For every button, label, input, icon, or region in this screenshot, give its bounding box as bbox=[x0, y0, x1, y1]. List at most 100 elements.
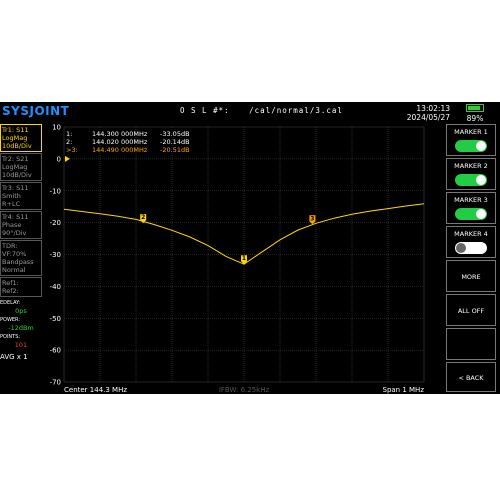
y-tick-label: -40 bbox=[50, 283, 61, 291]
trace-1-param: Tr1: S11 bbox=[2, 126, 29, 134]
trace-3-scale: R+LC bbox=[2, 200, 21, 208]
edelay-label: EDELAY: bbox=[0, 300, 21, 306]
brand-logo: SYSJOINT bbox=[2, 104, 70, 118]
edelay-value: 0ps bbox=[15, 307, 27, 315]
center-frequency-label: Center 144.3 MHz bbox=[64, 386, 127, 394]
tdr-box[interactable]: TDR: VF:70% Bandpass Normal bbox=[0, 240, 42, 276]
time-display: 13:02:13 bbox=[416, 104, 450, 113]
toggle-switch[interactable] bbox=[455, 208, 487, 220]
vna-screen: SYSJOINT O S L #*: /cal/normal/3.cal 13:… bbox=[0, 102, 500, 394]
plot-canvas: 10 0 -10 -20 -30 -40 -50 -60 -70 1 2 3 1: 144.300 000… bbox=[42, 124, 430, 394]
battery-fill bbox=[468, 106, 481, 110]
y-tick-label: -20 bbox=[50, 219, 61, 227]
trace-4-scale: 90°/Div bbox=[2, 229, 27, 237]
y-tick-label: 0 bbox=[57, 155, 61, 163]
date-display: 2024/05/27 bbox=[406, 113, 450, 122]
trace-4-param: Tr4: S11 bbox=[2, 213, 29, 221]
points-info: POINTS: 101 bbox=[0, 332, 42, 349]
y-tick-label: -70 bbox=[50, 379, 61, 387]
marker-readout-freq: 144.020 000MHz bbox=[92, 138, 148, 146]
softkey-label: MARKER 4 bbox=[454, 230, 488, 238]
toggle-switch[interactable] bbox=[455, 140, 487, 152]
trace-1-scale: 10dB/Div bbox=[2, 142, 32, 150]
marker-readout-prefix: 1: bbox=[66, 130, 72, 138]
marker-readout-value: -33.05dB bbox=[160, 130, 190, 138]
trace-2-param: Tr2: S21 bbox=[2, 155, 29, 163]
trace-2-format: LogMag bbox=[2, 163, 28, 171]
trace-3-box[interactable]: Tr3: S11 Smith R+LC bbox=[0, 182, 42, 210]
ref-box[interactable]: Ref1: Ref2: bbox=[0, 277, 42, 297]
softkey-marker-1[interactable]: MARKER 1 bbox=[446, 124, 496, 156]
calibration-info: O S L #*: /cal/normal/3.cal bbox=[180, 106, 357, 115]
trace-3-param: Tr3: S11 bbox=[2, 184, 29, 192]
softkey-label: ALL OFF bbox=[457, 307, 485, 315]
trace-4-box[interactable]: Tr4: S11 Phase 90°/Div bbox=[0, 211, 42, 239]
trace-1-format: LogMag bbox=[2, 134, 28, 142]
marker-number: 2 bbox=[141, 214, 145, 221]
clock: 13:02:13 2024/05/27 bbox=[407, 104, 450, 122]
plot-svg: 10 0 -10 -20 -30 -40 -50 -60 -70 1 2 3 1: 144.300 000… bbox=[50, 124, 425, 394]
trace-plot[interactable]: 10 0 -10 -20 -30 -40 -50 -60 -70 1 2 3 1: 144.300 000… bbox=[42, 124, 430, 394]
ref2-label: Ref2: bbox=[2, 287, 19, 295]
y-tick-label: -60 bbox=[50, 347, 61, 355]
toggle-switch[interactable] bbox=[455, 174, 487, 186]
softkey-all-off[interactable]: ALL OFF bbox=[446, 294, 496, 326]
softkey-label: MARKER 3 bbox=[454, 196, 488, 204]
power-label: POWER: bbox=[0, 317, 21, 323]
softkey-label: MARKER 1 bbox=[454, 128, 488, 136]
softkey-blank[interactable] bbox=[446, 328, 496, 360]
tdr-mode: Bandpass bbox=[2, 258, 34, 266]
softkey-back[interactable]: < BACK bbox=[446, 362, 496, 392]
trace-4-format: Phase bbox=[2, 221, 22, 229]
points-value: 101 bbox=[14, 341, 28, 349]
edelay-info: EDELAY: 0ps bbox=[0, 298, 42, 315]
marker-readout-freq: 144.300 000MHz bbox=[92, 130, 148, 138]
softkey-label bbox=[447, 329, 495, 341]
tdr-vf: VF:70% bbox=[2, 250, 27, 258]
span-label: Span 1 MHz bbox=[383, 386, 425, 394]
marker-number: 1 bbox=[242, 255, 246, 262]
softkey-panel: MARKER 1 MARKER 2 MARKER 3 MARKER 4 MORE ALL … bbox=[446, 124, 498, 394]
toggle-knob bbox=[476, 141, 486, 151]
y-tick-label: -10 bbox=[50, 187, 61, 195]
reference-arrow bbox=[65, 155, 70, 162]
softkey-label: < BACK bbox=[458, 374, 484, 382]
marker-readout-value: -20.51dB bbox=[160, 146, 190, 154]
points-label: POINTS: bbox=[0, 334, 21, 340]
marker-readout-prefix: 2: bbox=[66, 138, 72, 146]
marker-number: 3 bbox=[310, 215, 314, 222]
toggle-knob bbox=[456, 243, 466, 253]
softkey-label: MARKER 2 bbox=[454, 162, 488, 170]
ifbw-label: IFBW: 6.25kHz bbox=[219, 386, 270, 394]
cal-path: /cal/normal/3.cal bbox=[249, 106, 343, 115]
marker-readout-freq: 144.490 000MHz bbox=[92, 146, 148, 154]
trace-2-scale: 10dB/Div bbox=[2, 171, 32, 179]
trace-3-format: Smith bbox=[2, 192, 21, 200]
softkey-marker-2[interactable]: MARKER 2 bbox=[446, 158, 496, 190]
y-tick-label: 10 bbox=[52, 124, 61, 132]
y-tick-label: -30 bbox=[50, 251, 61, 259]
battery-percent: 89% bbox=[466, 114, 484, 123]
softkey-marker-4[interactable]: MARKER 4 bbox=[446, 226, 496, 258]
averaging-label: AVG x 1 bbox=[0, 353, 28, 361]
battery-icon bbox=[466, 104, 484, 112]
ref1-label: Ref1: bbox=[2, 279, 19, 287]
toggle-switch[interactable] bbox=[455, 242, 487, 254]
marker-readout-value: -20.14dB bbox=[160, 138, 190, 146]
marker-readout-prefix: >3: bbox=[66, 146, 78, 154]
toggle-knob bbox=[476, 209, 486, 219]
trace-panel: Tr1: S11 LogMag 10dB/Div Tr2: S21 LogMag… bbox=[0, 124, 42, 392]
power-value: -12dBm bbox=[8, 324, 34, 332]
status-bar: SYSJOINT O S L #*: /cal/normal/3.cal 13:… bbox=[0, 102, 500, 124]
toggle-knob bbox=[476, 175, 486, 185]
trace-2-box[interactable]: Tr2: S21 LogMag 10dB/Div bbox=[0, 153, 42, 181]
battery-indicator: 89% bbox=[456, 104, 494, 123]
cal-label: O S L #*: bbox=[180, 106, 230, 115]
power-info: POWER: -12dBm bbox=[0, 315, 42, 332]
softkey-more[interactable]: MORE bbox=[446, 260, 496, 292]
softkey-marker-3[interactable]: MARKER 3 bbox=[446, 192, 496, 224]
y-tick-label: -50 bbox=[50, 315, 61, 323]
tdr-window: Normal bbox=[2, 266, 26, 274]
softkey-label: MORE bbox=[461, 273, 481, 281]
trace-1-box[interactable]: Tr1: S11 LogMag 10dB/Div bbox=[0, 124, 42, 152]
